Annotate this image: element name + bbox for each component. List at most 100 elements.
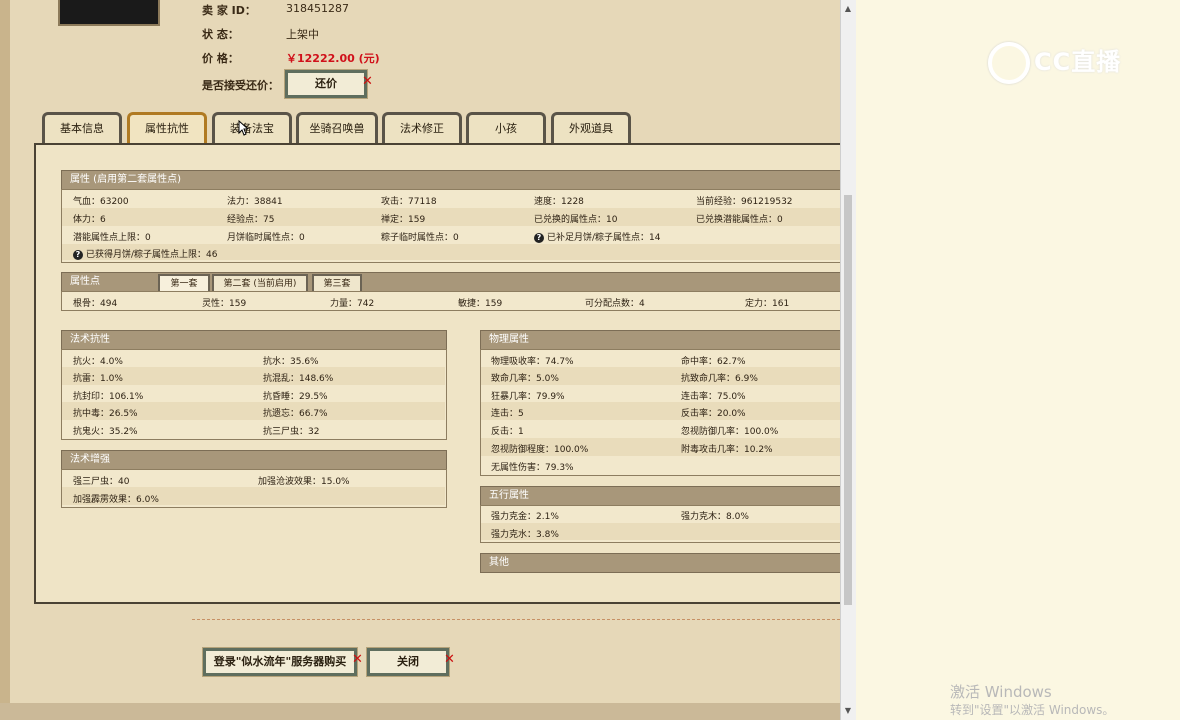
resist-fire: 抗火：4.0% [73,357,123,367]
seller-id-label: 卖 家 ID： [202,4,256,17]
attr-mooncake-temp: 月饼临时属性点：0 [227,233,305,243]
resist-seal: 抗封印：106.1% [73,392,144,402]
elem-wood: 强力克木：8.0% [681,512,749,522]
bargain-label: 是否接受还价： [202,79,279,92]
phys-ignore-def-rate: 忽视防御几率：100.0% [681,427,779,437]
phys-nonelemental: 无属性伤害：79.3% [491,463,574,473]
resist-water: 抗水：35.6% [263,357,319,367]
cc-logo-text: CC直播 [1034,48,1122,76]
attr-exchanged-potential: 已兑换潜能属性点：0 [696,215,783,225]
phys-hit: 命中率：62.7% [681,357,746,367]
scroll-up-icon[interactable]: ▲ [843,4,853,14]
phys-berserk: 狂暴几率：79.9% [491,392,565,402]
trade-window: 卖 家 ID： 318451287 状 态： 上架中 价 格： ￥12222.0… [0,0,856,720]
window-bottom-strip [0,703,855,720]
tab-mounts[interactable]: 坐骑召唤兽 [296,112,378,143]
help-icon[interactable]: ? [534,233,544,243]
close-mark-icon: ✕ [352,652,363,667]
tab-attributes[interactable]: 属性抗性 [127,112,207,143]
resist-chaos: 抗混乱：148.6% [263,374,334,384]
activate-windows-subtitle: 转到"设置"以激活 Windows。 [950,703,1115,717]
boost-wave: 加强沧波效果：15.0% [258,477,350,487]
attr-filled-points-text: 已补足月饼/粽子属性点：14 [547,233,661,243]
boost-corpse-worm: 强三尸虫：40 [73,477,130,487]
bargain-button[interactable]: 还价 [285,70,367,98]
elem-water: 强力克水：3.8% [491,530,559,540]
attributes-header: 属性 (启用第二套属性点) [61,170,842,190]
points-box [61,291,842,311]
close-mark-icon: ✕ [362,74,373,89]
row-stripe [481,402,840,420]
status-label: 状 态： [202,28,239,41]
tab-basic-info[interactable]: 基本信息 [42,112,122,143]
attr-zongzi-temp: 粽子临时属性点：0 [381,233,459,243]
cc-live-logo: CC直播 [988,42,1121,84]
divider [192,619,840,620]
close-button[interactable]: 关闭 [367,648,449,676]
attr-limit-note-text: 已获得月饼/粽子属性点上限：46 [86,250,218,260]
buy-on-server-button[interactable]: 登录"似水流年"服务器购买 [203,648,357,676]
attr-stamina: 体力：6 [73,215,106,225]
other-header: 其他 [480,553,842,573]
attr-potential-limit: 潜能属性点上限：0 [73,233,151,243]
tab-spell-correction[interactable]: 法术修正 [382,112,462,143]
attr-speed: 速度：1228 [534,197,584,207]
phys-absorb: 物理吸收率：74.7% [491,357,574,367]
price-value: ￥12222.00 (元) [286,52,380,65]
elements-header: 五行属性 [480,486,842,506]
window-left-edge [0,0,10,720]
physical-header: 物理属性 [480,330,842,350]
point-agility: 敏捷：159 [458,299,503,309]
phys-poison-attack: 附毒攻击几率：10.2% [681,445,773,455]
tab-appearance[interactable]: 外观道具 [551,112,631,143]
boost-thunderbolt: 加强霹雳效果：6.0% [73,495,159,505]
phys-combo-rate: 连击率：75.0% [681,392,746,402]
point-spirit: 灵性：159 [202,299,247,309]
attr-attack: 攻击：77118 [381,197,437,207]
resist-corpse-worm: 抗三尸虫：32 [263,427,320,437]
resist-sleep: 抗昏睡：29.5% [263,392,328,402]
magic-boost-header: 法术增强 [61,450,447,470]
resist-ghostfire: 抗鬼火：35.2% [73,427,138,437]
attr-filled-points: ? 已补足月饼/粽子属性点：14 [534,230,661,243]
item-avatar [58,0,160,26]
magic-resist-header: 法术抗性 [61,330,447,350]
vertical-scrollbar[interactable]: ▲ ▼ [840,0,856,720]
phys-ignore-def: 忽视防御程度：100.0% [491,445,589,455]
subtab-set-2[interactable]: 第二套 (当前启用) [212,274,308,292]
seller-id-value: 318451287 [286,2,349,15]
phys-crit: 致命几率：5.0% [491,374,559,384]
phys-anti-crit: 抗致命几率：6.9% [681,374,758,384]
resist-thunder: 抗雷：1.0% [73,374,123,384]
point-root: 根骨：494 [73,299,118,309]
phys-combo: 连击：5 [491,409,524,419]
attr-exp: 当前经验：961219532 [696,197,793,207]
elem-metal: 强力克金：2.1% [491,512,559,522]
resist-poison: 抗中毒：26.5% [73,409,138,419]
phys-counter: 反击：1 [491,427,524,437]
close-mark-icon: ✕ [444,652,455,667]
mouse-cursor-icon [238,120,248,136]
subtab-set-3[interactable]: 第三套 [312,274,362,292]
point-strength: 力量：742 [330,299,375,309]
price-label: 价 格： [202,52,239,65]
help-icon[interactable]: ? [73,250,83,260]
point-focus: 定力：161 [745,299,790,309]
cc-logo-icon [988,42,1030,84]
attr-exp-points: 经验点：75 [227,215,275,225]
tab-equipment[interactable]: 装备法宝 [212,112,292,143]
status-value: 上架中 [286,28,319,41]
activate-windows-title: 激活 Windows [950,683,1052,701]
resist-forget: 抗遗忘：66.7% [263,409,328,419]
point-available: 可分配点数：4 [585,299,645,309]
subtab-set-1[interactable]: 第一套 [158,274,210,292]
attr-exchanged-points: 已兑换的属性点：10 [534,215,618,225]
attr-zen: 禅定：159 [381,215,426,225]
phys-counter-rate: 反击率：20.0% [681,409,746,419]
attr-hp: 气血：63200 [73,197,129,207]
scroll-thumb[interactable] [844,195,852,605]
attr-mp: 法力：38841 [227,197,283,207]
tab-child[interactable]: 小孩 [466,112,546,143]
attr-limit-note: ? 已获得月饼/粽子属性点上限：46 [73,247,218,260]
scroll-down-icon[interactable]: ▼ [843,706,853,716]
